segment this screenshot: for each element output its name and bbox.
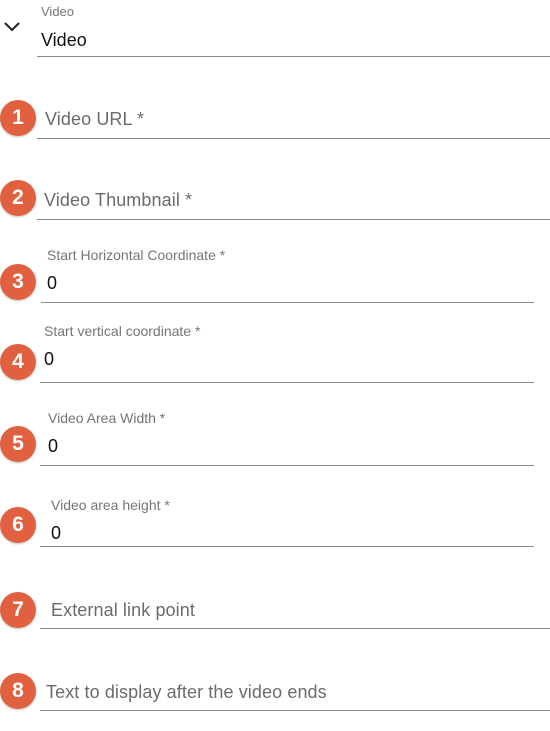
start-vertical-label: Start vertical coordinate * [44,323,201,339]
start-horizontal-label: Start Horizontal Coordinate * [47,247,226,263]
area-width-input[interactable]: 0 [48,436,58,457]
step-marker-5: 5 [0,426,36,462]
end-text-underline [40,710,550,711]
area-height-input[interactable]: 0 [51,523,61,544]
start-vertical-input[interactable]: 0 [44,349,54,370]
type-underline [37,56,550,57]
step-marker-2: 2 [0,180,36,216]
video-thumbnail-underline [37,219,550,220]
end-text-input[interactable]: Text to display after the video ends [46,682,327,703]
step-marker-8: 8 [0,673,36,709]
type-select[interactable]: Video [41,30,87,51]
video-url-underline [37,138,550,139]
step-marker-7: 7 [0,592,36,628]
chevron-down-icon[interactable] [2,18,22,34]
type-label: Video [41,4,75,19]
area-width-label: Video Area Width * [48,410,166,426]
step-marker-4: 4 [0,344,36,380]
start-horizontal-underline [41,302,534,303]
area-height-label: Video area height * [51,497,170,513]
area-height-underline [40,546,534,547]
step-marker-1: 1 [0,100,36,136]
step-marker-3: 3 [0,264,36,300]
video-url-input[interactable]: Video URL * [45,109,144,130]
external-link-input[interactable]: External link point [51,600,195,621]
start-horizontal-input[interactable]: 0 [47,273,57,294]
external-link-underline [40,628,550,629]
area-width-underline [40,465,534,466]
step-marker-6: 6 [0,507,36,543]
video-thumbnail-input[interactable]: Video Thumbnail * [44,190,192,211]
start-vertical-underline [40,382,534,383]
